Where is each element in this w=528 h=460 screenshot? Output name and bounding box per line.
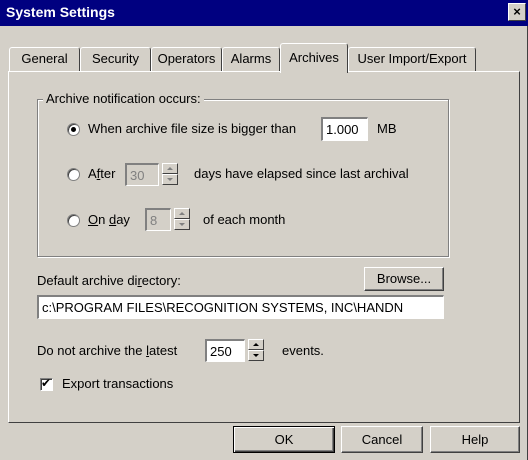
export-transactions-checkbox[interactable]: ✔	[40, 376, 53, 391]
after-days-input[interactable]: 30	[125, 163, 159, 186]
tab-label: User Import/Export	[357, 51, 467, 66]
tab-label: Alarms	[230, 51, 272, 66]
cancel-button[interactable]: Cancel	[341, 426, 423, 453]
window-title: System Settings	[6, 4, 115, 20]
spin-down-button[interactable]	[248, 350, 264, 361]
tab-label: General	[21, 51, 68, 66]
spin-down-button[interactable]	[174, 219, 190, 230]
after-days-suffix: days have elapsed since last archival	[194, 166, 409, 181]
file-size-input[interactable]: 1.000	[321, 117, 368, 141]
spin-down-button[interactable]	[162, 174, 178, 185]
tab-alarms[interactable]: Alarms	[222, 47, 280, 71]
default-directory-label: Default archive directory:	[37, 273, 181, 288]
archive-directory-input[interactable]: c:\PROGRAM FILES\RECOGNITION SYSTEMS, IN…	[37, 295, 444, 319]
tab-general[interactable]: General	[9, 47, 80, 71]
file-size-unit: MB	[377, 121, 397, 136]
tab-user-import-export[interactable]: User Import/Export	[348, 47, 476, 71]
on-day-spinner[interactable]	[174, 208, 190, 230]
group-label: Archive notification occurs:	[43, 91, 204, 106]
tab-label: Archives	[289, 50, 339, 65]
latest-events-suffix: events.	[282, 343, 324, 358]
spin-up-button[interactable]	[174, 208, 190, 219]
on-day-input[interactable]: 8	[145, 208, 171, 231]
arrow-down-icon	[167, 178, 173, 181]
arrow-up-icon	[253, 343, 259, 346]
radio-selected-dot	[71, 127, 76, 132]
on-day-suffix: of each month	[203, 212, 286, 227]
radio-on-day[interactable]	[67, 214, 80, 227]
radio-after-days[interactable]	[67, 168, 80, 181]
spin-up-button[interactable]	[248, 339, 264, 350]
tab-label: Operators	[157, 51, 216, 66]
tab-label: Security	[92, 51, 139, 66]
tab-archives[interactable]: Archives	[280, 43, 348, 73]
system-settings-window: System Settings × General Security Opera…	[0, 0, 528, 460]
ok-button[interactable]: OK	[233, 426, 335, 453]
latest-events-input[interactable]: 250	[205, 339, 245, 362]
close-icon[interactable]: ×	[513, 4, 521, 19]
arrow-down-icon	[253, 354, 259, 357]
browse-button[interactable]: Browse...	[364, 267, 444, 291]
after-days-spinner[interactable]	[162, 163, 178, 185]
help-button[interactable]: Help	[430, 426, 520, 453]
close-button[interactable]: ×	[508, 3, 526, 21]
radio-file-size[interactable]	[67, 123, 80, 136]
export-transactions-label: Export transactions	[62, 376, 174, 391]
latest-events-spinner[interactable]	[248, 339, 264, 361]
on-day-label: On day	[88, 212, 130, 227]
tab-security[interactable]: Security	[80, 47, 151, 71]
arrow-up-icon	[179, 212, 185, 215]
arrow-up-icon	[167, 167, 173, 170]
file-size-label: When archive file size is bigger than	[88, 121, 297, 136]
latest-events-label: Do not archive the latest	[37, 343, 178, 358]
checkmark-icon: ✔	[41, 376, 52, 390]
tab-operators[interactable]: Operators	[151, 47, 222, 71]
title-bar[interactable]: System Settings ×	[0, 0, 528, 26]
spin-up-button[interactable]	[162, 163, 178, 174]
arrow-down-icon	[179, 223, 185, 226]
after-days-label: After	[88, 166, 116, 181]
